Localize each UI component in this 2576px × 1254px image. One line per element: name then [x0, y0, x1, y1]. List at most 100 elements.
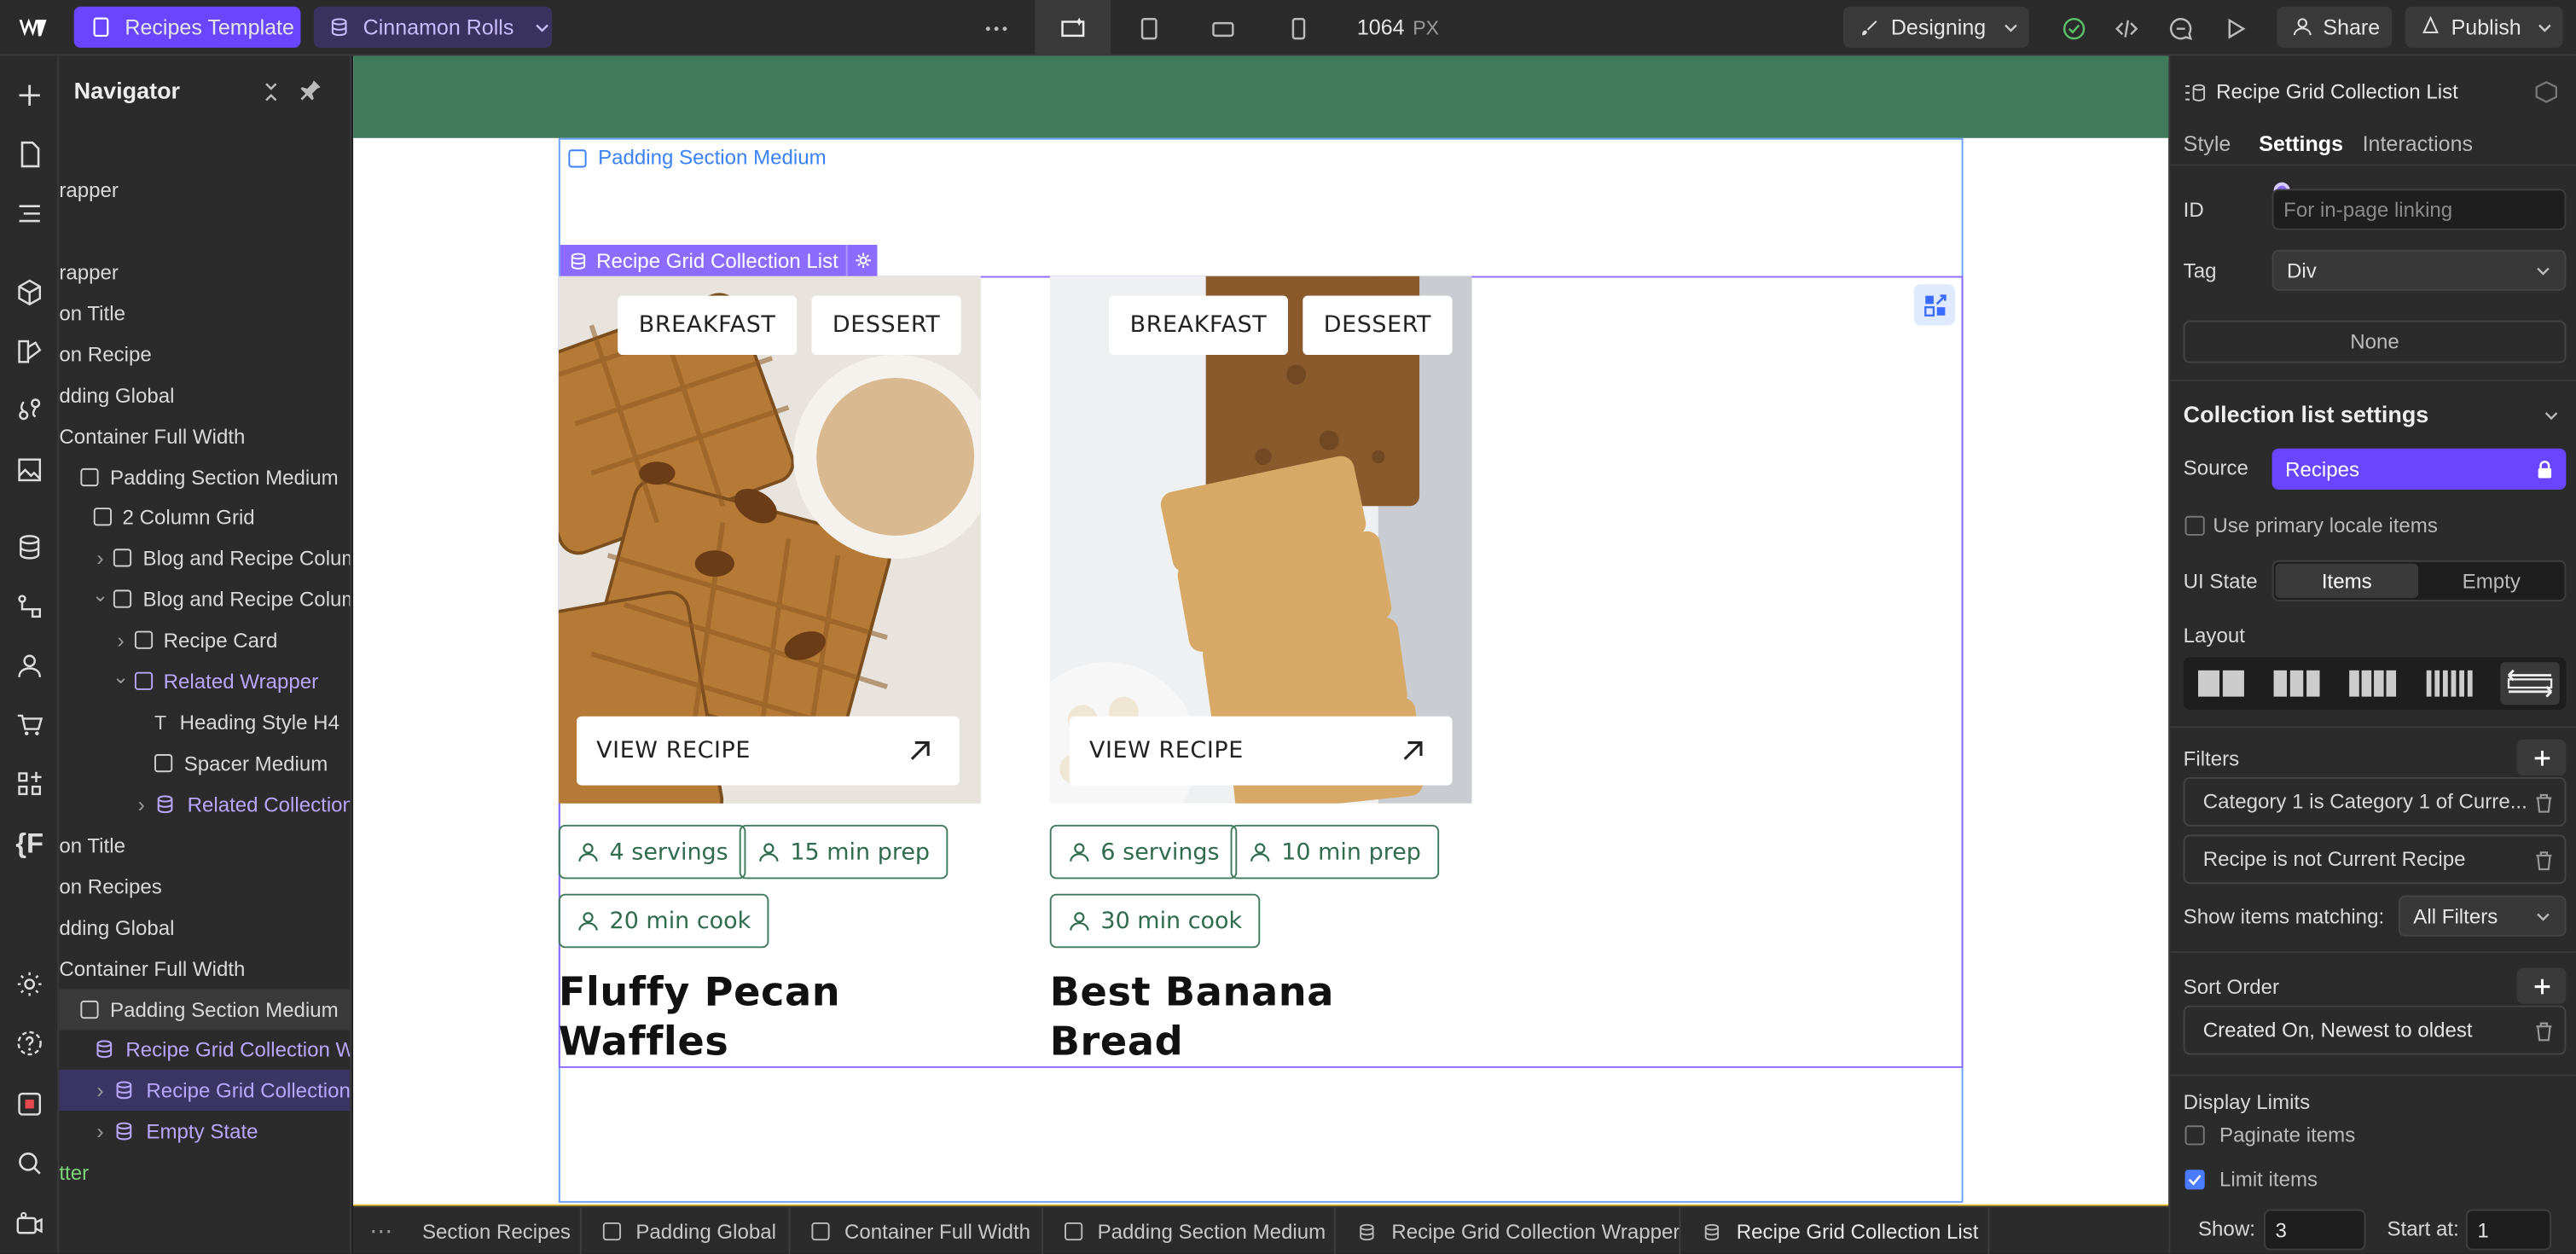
tab-style[interactable]: Style — [2184, 131, 2231, 156]
comment-icon[interactable] — [2157, 5, 2203, 51]
navigator-row[interactable]: › Related Collection Lis — [59, 784, 350, 825]
navigator-row[interactable]: ⌄ Blog and Recipe Column W — [59, 578, 350, 619]
collapse-arrow-icon[interactable]: ⌄ — [113, 665, 129, 688]
show-count-input[interactable]: 3 — [2264, 1209, 2366, 1251]
tab-interactions[interactable]: Interactions — [2363, 131, 2473, 156]
tag-dessert[interactable]: DESSERT — [811, 295, 961, 356]
assets-icon[interactable] — [10, 450, 49, 490]
publish-button[interactable]: Publish — [2405, 6, 2563, 48]
navigator-icon[interactable] — [10, 194, 49, 233]
navigator-row[interactable]: ⌄ Related Wrapper — [59, 660, 350, 701]
pin-icon[interactable] — [299, 78, 322, 102]
navigator-row[interactable]: Container Full Width — [59, 415, 350, 456]
tab-settings[interactable]: Settings — [2259, 131, 2343, 156]
trash-icon[interactable] — [2533, 792, 2555, 813]
collection-label-tag[interactable]: Recipe Grid Collection List — [560, 244, 847, 276]
navigator-row[interactable]: Container Full Width — [59, 948, 350, 989]
link-none-button[interactable]: None — [2183, 320, 2567, 363]
primary-locale-checkbox[interactable] — [2184, 515, 2205, 536]
video-icon[interactable] — [10, 1205, 49, 1244]
navigator-row[interactable]: › Recipe Grid Collection List — [59, 1069, 351, 1111]
settings-gear-icon[interactable] — [10, 965, 49, 1004]
layout-3-columns-icon[interactable] — [2272, 669, 2322, 699]
filter-item[interactable]: Category 1 is Category 1 of Curre... — [2183, 776, 2567, 827]
logic-icon[interactable] — [10, 587, 49, 626]
navigator-row[interactable]: Padding Section Medium — [59, 456, 350, 497]
layout-4-columns-icon[interactable] — [2347, 669, 2397, 699]
tablet-breakpoint-icon[interactable] — [1125, 5, 1171, 51]
expand-arrow-icon[interactable]: › — [92, 545, 108, 570]
view-recipe-button[interactable]: VIEW RECIPE — [1069, 716, 1453, 786]
breadcrumb-more-icon[interactable]: ⋯ — [369, 1208, 392, 1254]
tag-breakfast[interactable]: BREAKFAST — [618, 295, 798, 356]
ecommerce-icon[interactable] — [10, 705, 49, 744]
collection-settings-heading[interactable]: Collection list settings — [2184, 401, 2429, 427]
navigator-row[interactable]: T Heading Style H4 — [59, 701, 350, 742]
mobile-landscape-icon[interactable] — [1199, 5, 1245, 51]
sort-item[interactable]: Created On, Newest to oldest — [2183, 1005, 2567, 1055]
collapse-arrow-icon[interactable]: ⌄ — [92, 583, 108, 606]
expand-arrow-icon[interactable]: › — [92, 1119, 108, 1144]
more-icon[interactable] — [972, 5, 1018, 51]
expand-arrow-icon[interactable]: › — [113, 628, 129, 653]
navigator-row[interactable]: on Title — [59, 293, 350, 334]
navigator-row[interactable]: on Recipe — [59, 334, 350, 374]
tag-dessert[interactable]: DESSERT — [1303, 295, 1453, 356]
cms-icon[interactable] — [10, 527, 49, 566]
show-matching-select[interactable]: All Filters — [2398, 895, 2567, 937]
collapse-icon[interactable] — [259, 80, 282, 103]
breadcrumb-item[interactable]: Section Recipes — [422, 1208, 571, 1254]
trash-icon[interactable] — [2533, 1020, 2555, 1042]
layout-custom-icon[interactable] — [2500, 662, 2560, 705]
navigator-row[interactable]: Spacer Medium — [59, 743, 350, 784]
breadcrumb-item[interactable]: Container Full Width — [811, 1208, 1030, 1254]
design-canvas[interactable]: Padding Section Medium Recipe Grid Colle… — [353, 55, 2169, 1206]
components-icon[interactable] — [10, 273, 49, 312]
help-icon[interactable] — [10, 1024, 49, 1063]
ai-assistant-icon[interactable] — [1913, 284, 1955, 326]
code-icon[interactable] — [2103, 5, 2149, 51]
record-icon[interactable] — [10, 1084, 49, 1123]
section-label-tag[interactable]: Padding Section Medium — [568, 146, 827, 169]
card-title[interactable]: Fluffy Pecan Waffles — [559, 967, 840, 1066]
ui-state-empty[interactable]: Empty — [2420, 564, 2563, 598]
project-button[interactable]: Recipes Template — [73, 6, 301, 48]
breadcrumb-item-current[interactable]: Recipe Grid Collection List — [1702, 1208, 1978, 1254]
id-input[interactable]: For in-page linking — [2271, 189, 2567, 230]
style-manager-icon[interactable] — [10, 332, 49, 371]
preview-play-icon[interactable] — [2211, 5, 2257, 51]
add-sort-icon[interactable] — [2516, 967, 2567, 1004]
expand-arrow-icon[interactable]: › — [92, 1077, 108, 1102]
view-recipe-button[interactable]: VIEW RECIPE — [577, 716, 960, 786]
pages-icon[interactable] — [10, 135, 49, 174]
component-icon[interactable] — [2535, 80, 2558, 103]
add-icon[interactable] — [10, 76, 49, 115]
navigator-row[interactable]: rapper — [59, 252, 350, 293]
breadcrumb-item[interactable]: Recipe Grid Collection Wrapper — [1357, 1208, 1680, 1254]
layout-6-columns-icon[interactable] — [2425, 669, 2474, 699]
navigator-row[interactable]: › Blog and Recipe Column W — [59, 537, 350, 578]
navigator-row[interactable]: › Recipe Card — [59, 619, 350, 660]
chevron-down-icon[interactable] — [2543, 408, 2559, 424]
check-status-icon[interactable] — [2051, 5, 2097, 51]
ui-state-items[interactable]: Items — [2275, 563, 2419, 599]
navigator-row[interactable]: 2 Column Grid — [59, 496, 350, 537]
users-icon[interactable] — [10, 646, 49, 685]
start-at-input[interactable]: 1 — [2465, 1209, 2552, 1251]
layout-2-columns-icon[interactable] — [2196, 669, 2246, 699]
canvas-width-readout[interactable]: 1064 PX — [1357, 7, 1456, 48]
mode-selector[interactable]: Designing — [1842, 6, 2029, 48]
finsweet-icon[interactable]: {F — [10, 825, 49, 864]
navigator-row[interactable]: tter — [59, 1152, 350, 1193]
add-filter-icon[interactable] — [2516, 739, 2567, 776]
navigator-row[interactable]: Padding Section Medium — [59, 989, 351, 1030]
page-selector[interactable]: Cinnamon Rolls — [313, 6, 553, 48]
filter-item[interactable]: Recipe is not Current Recipe — [2183, 834, 2567, 885]
search-icon[interactable] — [10, 1143, 49, 1182]
navigator-row[interactable]: dding Global — [59, 374, 350, 415]
expand-arrow-icon[interactable]: › — [133, 792, 149, 816]
tag-breakfast[interactable]: BREAKFAST — [1109, 295, 1288, 356]
paginate-checkbox[interactable] — [2184, 1125, 2205, 1146]
limit-items-checkbox[interactable] — [2184, 1170, 2205, 1190]
navigator-row[interactable]: on Recipes — [59, 866, 350, 907]
